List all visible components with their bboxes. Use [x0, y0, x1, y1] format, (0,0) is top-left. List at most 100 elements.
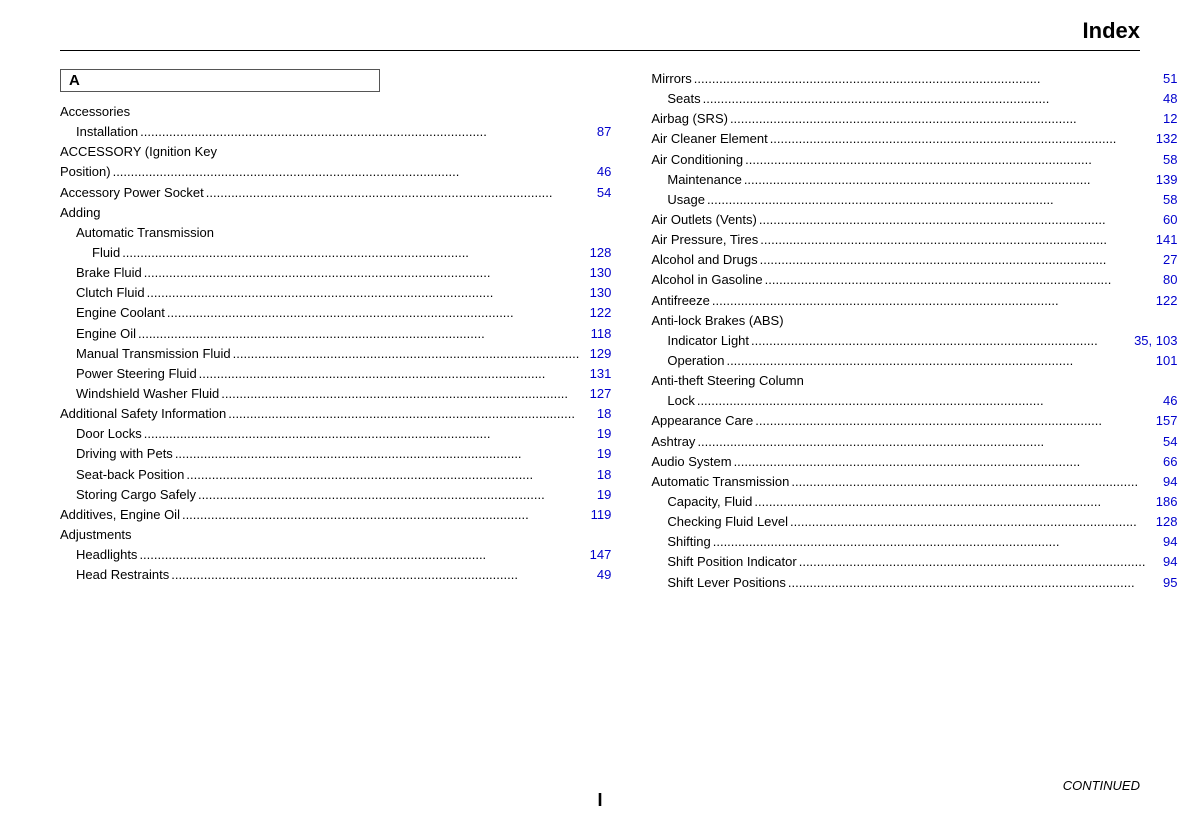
entry-dots: ........................................… — [728, 109, 1148, 129]
entry-page: 139 — [1147, 170, 1177, 190]
list-item: Position)...............................… — [60, 162, 611, 182]
list-item: ACCESSORY (Ignition Key — [60, 142, 611, 162]
entry-page: 119 — [581, 505, 611, 525]
entry-page: 58 — [1147, 190, 1177, 210]
entry-label: Storing Cargo Safely — [60, 485, 196, 505]
entry-page: 18 — [581, 404, 611, 424]
list-item: Adjustments — [60, 525, 611, 545]
entry-label: Alcohol and Drugs — [651, 250, 757, 270]
entry-label: Position) — [60, 162, 111, 182]
entry-page: 95 — [1147, 573, 1177, 593]
entry-page: 66 — [1147, 452, 1177, 472]
entry-dots: ........................................… — [758, 250, 1148, 270]
entry-dots: ........................................… — [797, 552, 1148, 572]
entry-dots: ........................................… — [789, 472, 1147, 492]
entry-page: 128 — [581, 243, 611, 263]
entry-page: 27 — [1147, 250, 1177, 270]
entry-label: Air Cleaner Element — [651, 129, 767, 149]
entry-label: Power Steering Fluid — [60, 364, 197, 384]
list-item: Accessory Power Socket..................… — [60, 183, 611, 203]
list-item: Lock....................................… — [651, 391, 1177, 411]
entry-label: Air Conditioning — [651, 150, 743, 170]
list-item: Automatic Transmission..................… — [651, 472, 1177, 492]
index-columns: A AccessoriesInstallation...............… — [60, 69, 1140, 593]
entry-label: Maintenance — [651, 170, 741, 190]
entry-page: 60 — [1147, 210, 1177, 230]
list-item: Capacity, Fluid.........................… — [651, 492, 1177, 512]
list-item: Mirrors.................................… — [651, 69, 1177, 89]
entry-label: Indicator Light — [651, 331, 749, 351]
entry-label: Adding — [60, 203, 611, 223]
entry-page: 18 — [581, 465, 611, 485]
entry-label: Engine Oil — [60, 324, 136, 344]
entry-label: Manual Transmission Fluid — [60, 344, 231, 364]
list-item: Seat-back Position......................… — [60, 465, 611, 485]
entry-page: 101 — [1147, 351, 1177, 371]
entry-page: 157 — [1147, 411, 1177, 431]
entry-dots: ........................................… — [752, 492, 1147, 512]
entry-dots: ........................................… — [165, 303, 581, 323]
list-item: Seats...................................… — [651, 89, 1177, 109]
list-item: Maintenance.............................… — [651, 170, 1177, 190]
list-item: Air Outlets (Vents).....................… — [651, 210, 1177, 230]
list-item: Alcohol and Drugs.......................… — [651, 250, 1177, 270]
entry-label: Airbag (SRS) — [651, 109, 728, 129]
entry-label: Fluid — [60, 243, 120, 263]
entry-label: Clutch Fluid — [60, 283, 145, 303]
list-item: Clutch Fluid............................… — [60, 283, 611, 303]
entry-dots: ........................................… — [692, 69, 1148, 89]
list-item: Additives, Engine Oil...................… — [60, 505, 611, 525]
page: Index A AccessoriesInstallation.........… — [0, 0, 1200, 825]
entry-dots: ........................................… — [743, 150, 1147, 170]
entry-dots: ........................................… — [184, 465, 581, 485]
entry-dots: ........................................… — [120, 243, 581, 263]
entry-dots: ........................................… — [196, 485, 581, 505]
entry-label: Anti-lock Brakes (ABS) — [651, 311, 1177, 331]
col2: Mirrors.................................… — [651, 69, 1197, 593]
entry-label: Air Outlets (Vents) — [651, 210, 756, 230]
list-item: Operation...............................… — [651, 351, 1177, 371]
entry-label: ACCESSORY (Ignition Key — [60, 142, 611, 162]
entry-page: 51 — [1147, 69, 1177, 89]
list-item: Windshield Washer Fluid.................… — [60, 384, 611, 404]
entry-dots: ........................................… — [758, 230, 1147, 250]
entry-label: Shifting — [651, 532, 710, 552]
list-item: Driving with Pets.......................… — [60, 444, 611, 464]
entry-page: 58 — [1147, 150, 1177, 170]
entry-dots: ........................................… — [757, 210, 1148, 230]
list-item: Door Locks..............................… — [60, 424, 611, 444]
entry-dots: ........................................… — [695, 391, 1148, 411]
entry-page: 122 — [1147, 291, 1177, 311]
entry-page: 131 — [581, 364, 611, 384]
list-item: Checking Fluid Level....................… — [651, 512, 1177, 532]
entry-dots: ........................................… — [226, 404, 581, 424]
entry-page: 54 — [1147, 432, 1177, 452]
list-item: Air Conditioning........................… — [651, 150, 1177, 170]
list-item: Engine Coolant..........................… — [60, 303, 611, 323]
entry-label: Additives, Engine Oil — [60, 505, 180, 525]
entry-dots: ........................................… — [701, 89, 1148, 109]
list-item: Airbag (SRS)............................… — [651, 109, 1177, 129]
col1: A AccessoriesInstallation...............… — [60, 69, 631, 593]
list-item: Accessories — [60, 102, 611, 122]
list-item: Usage...................................… — [651, 190, 1177, 210]
list-item: Shift Position Indicator................… — [651, 552, 1177, 572]
entry-label: Engine Coolant — [60, 303, 165, 323]
entry-dots: ........................................… — [786, 573, 1148, 593]
list-item: Ashtray.................................… — [651, 432, 1177, 452]
entry-dots: ........................................… — [753, 411, 1147, 431]
entry-page: 128 — [1147, 512, 1177, 532]
entry-page: 186 — [1147, 492, 1177, 512]
list-item: Audio System............................… — [651, 452, 1177, 472]
entry-dots: ........................................… — [142, 263, 582, 283]
entry-label: Adjustments — [60, 525, 611, 545]
entry-dots: ........................................… — [173, 444, 582, 464]
entry-label: Installation — [60, 122, 138, 142]
entry-page: 87 — [581, 122, 611, 142]
list-item: Additional Safety Information...........… — [60, 404, 611, 424]
entry-page: 35, 103 — [1134, 331, 1177, 351]
entry-page: 94 — [1147, 552, 1177, 572]
entry-dots: ........................................… — [711, 532, 1148, 552]
entry-label: Automatic Transmission — [651, 472, 789, 492]
entry-dots: ........................................… — [695, 432, 1147, 452]
